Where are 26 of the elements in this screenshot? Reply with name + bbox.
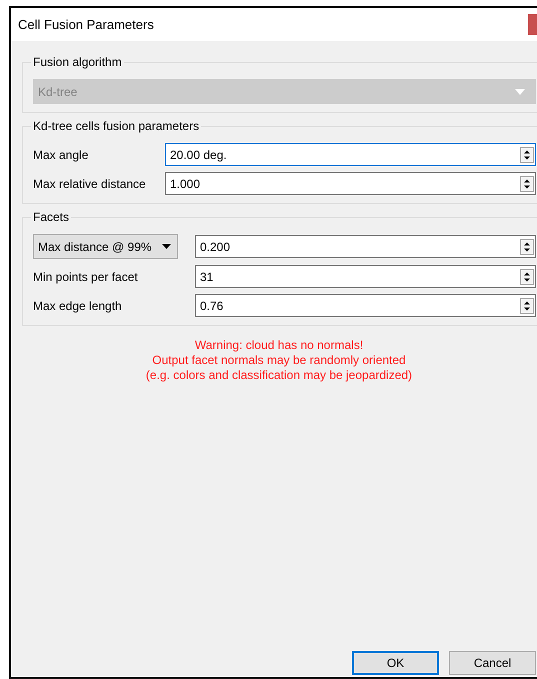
spin-field[interactable]: 0.200	[195, 235, 536, 258]
field-label: Max edge length	[33, 298, 122, 312]
spin-arrows-icon	[520, 238, 534, 254]
spin-field[interactable]: 0.76	[195, 294, 536, 317]
spin-arrows-icon	[520, 146, 534, 162]
ok-button[interactable]: OK	[352, 651, 439, 675]
warning-text: Warning: cloud has no normals!	[194, 338, 364, 353]
spin-field[interactable]: 20.00 deg.	[165, 143, 536, 166]
mode-dropdown[interactable]: Max distance @ 99%	[33, 234, 178, 259]
warning-text: (e.g. colors and classification may be jeopardized)	[144, 368, 414, 383]
spin-field[interactable]: 31	[195, 265, 536, 288]
warning-text: Output facet normals may be randomly oriented	[151, 353, 407, 368]
spin-arrows-icon	[520, 298, 534, 314]
spin-arrows-icon	[520, 268, 534, 284]
field-label: Max angle	[33, 148, 88, 162]
spin-field[interactable]: 1.000	[165, 172, 536, 195]
window-title: Cell Fusion Parameters	[18, 17, 154, 32]
caret-icon	[515, 88, 525, 94]
group-title: Kd-tree cells fusion parameters	[32, 119, 200, 133]
spin-arrows-icon	[520, 176, 534, 192]
group-title: Facets	[32, 210, 70, 224]
field-label: Min points per facet	[33, 270, 138, 284]
cancel-button[interactable]: Cancel	[449, 651, 536, 675]
caret-icon	[162, 244, 171, 249]
field-label: Max relative distance	[33, 176, 146, 190]
group-title: Fusion algorithm	[32, 55, 123, 69]
